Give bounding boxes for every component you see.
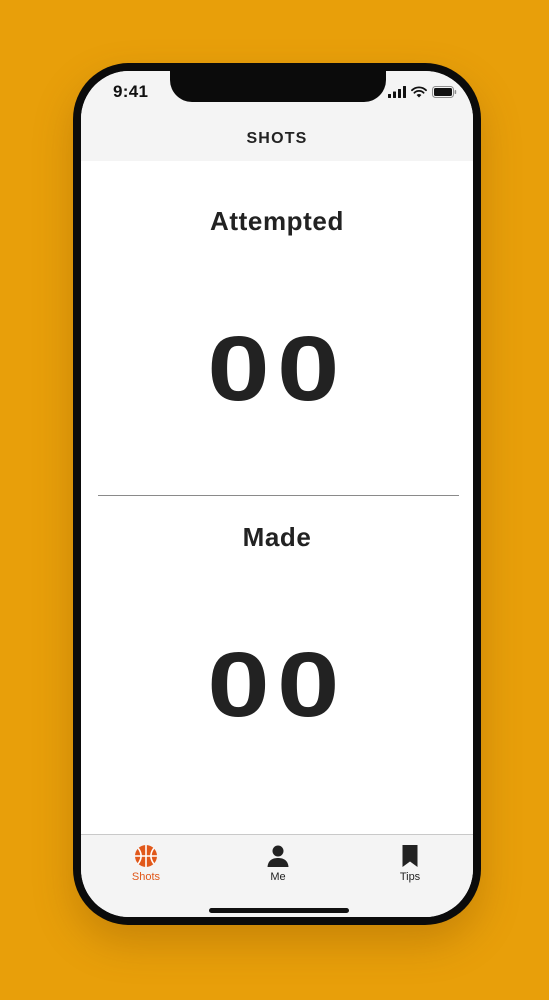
tab-tips[interactable]: Tips — [365, 843, 455, 883]
tab-label-shots: Shots — [131, 871, 161, 883]
tab-bar: Shots Me Tips — [81, 834, 473, 917]
device-notch — [170, 71, 386, 102]
made-label: Made — [242, 522, 312, 552]
attempted-count[interactable]: 00 — [81, 323, 473, 415]
cellular-signal-icon — [388, 86, 406, 98]
status-bar: 9:41 — [81, 71, 473, 115]
section-divider — [98, 495, 459, 496]
basketball-icon — [135, 845, 157, 867]
status-time: 9:41 — [113, 82, 149, 101]
wifi-icon — [411, 86, 427, 98]
page-title: SHOTS — [246, 130, 308, 147]
battery-icon — [432, 86, 457, 98]
person-icon — [267, 845, 289, 867]
status-icons — [388, 85, 457, 99]
nav-header: SHOTS — [81, 115, 473, 161]
tab-me[interactable]: Me — [233, 843, 323, 883]
home-indicator — [209, 908, 349, 913]
tab-label-tips: Tips — [399, 871, 421, 883]
bookmark-icon — [402, 845, 418, 867]
tab-label-me: Me — [270, 871, 286, 883]
app-screen: 9:41 SHOTS Attempted 00 Made 00 Shots Me… — [81, 71, 473, 917]
attempted-label: Attempted — [210, 206, 344, 236]
made-count[interactable]: 00 — [81, 639, 473, 731]
tab-shots[interactable]: Shots — [101, 843, 191, 883]
